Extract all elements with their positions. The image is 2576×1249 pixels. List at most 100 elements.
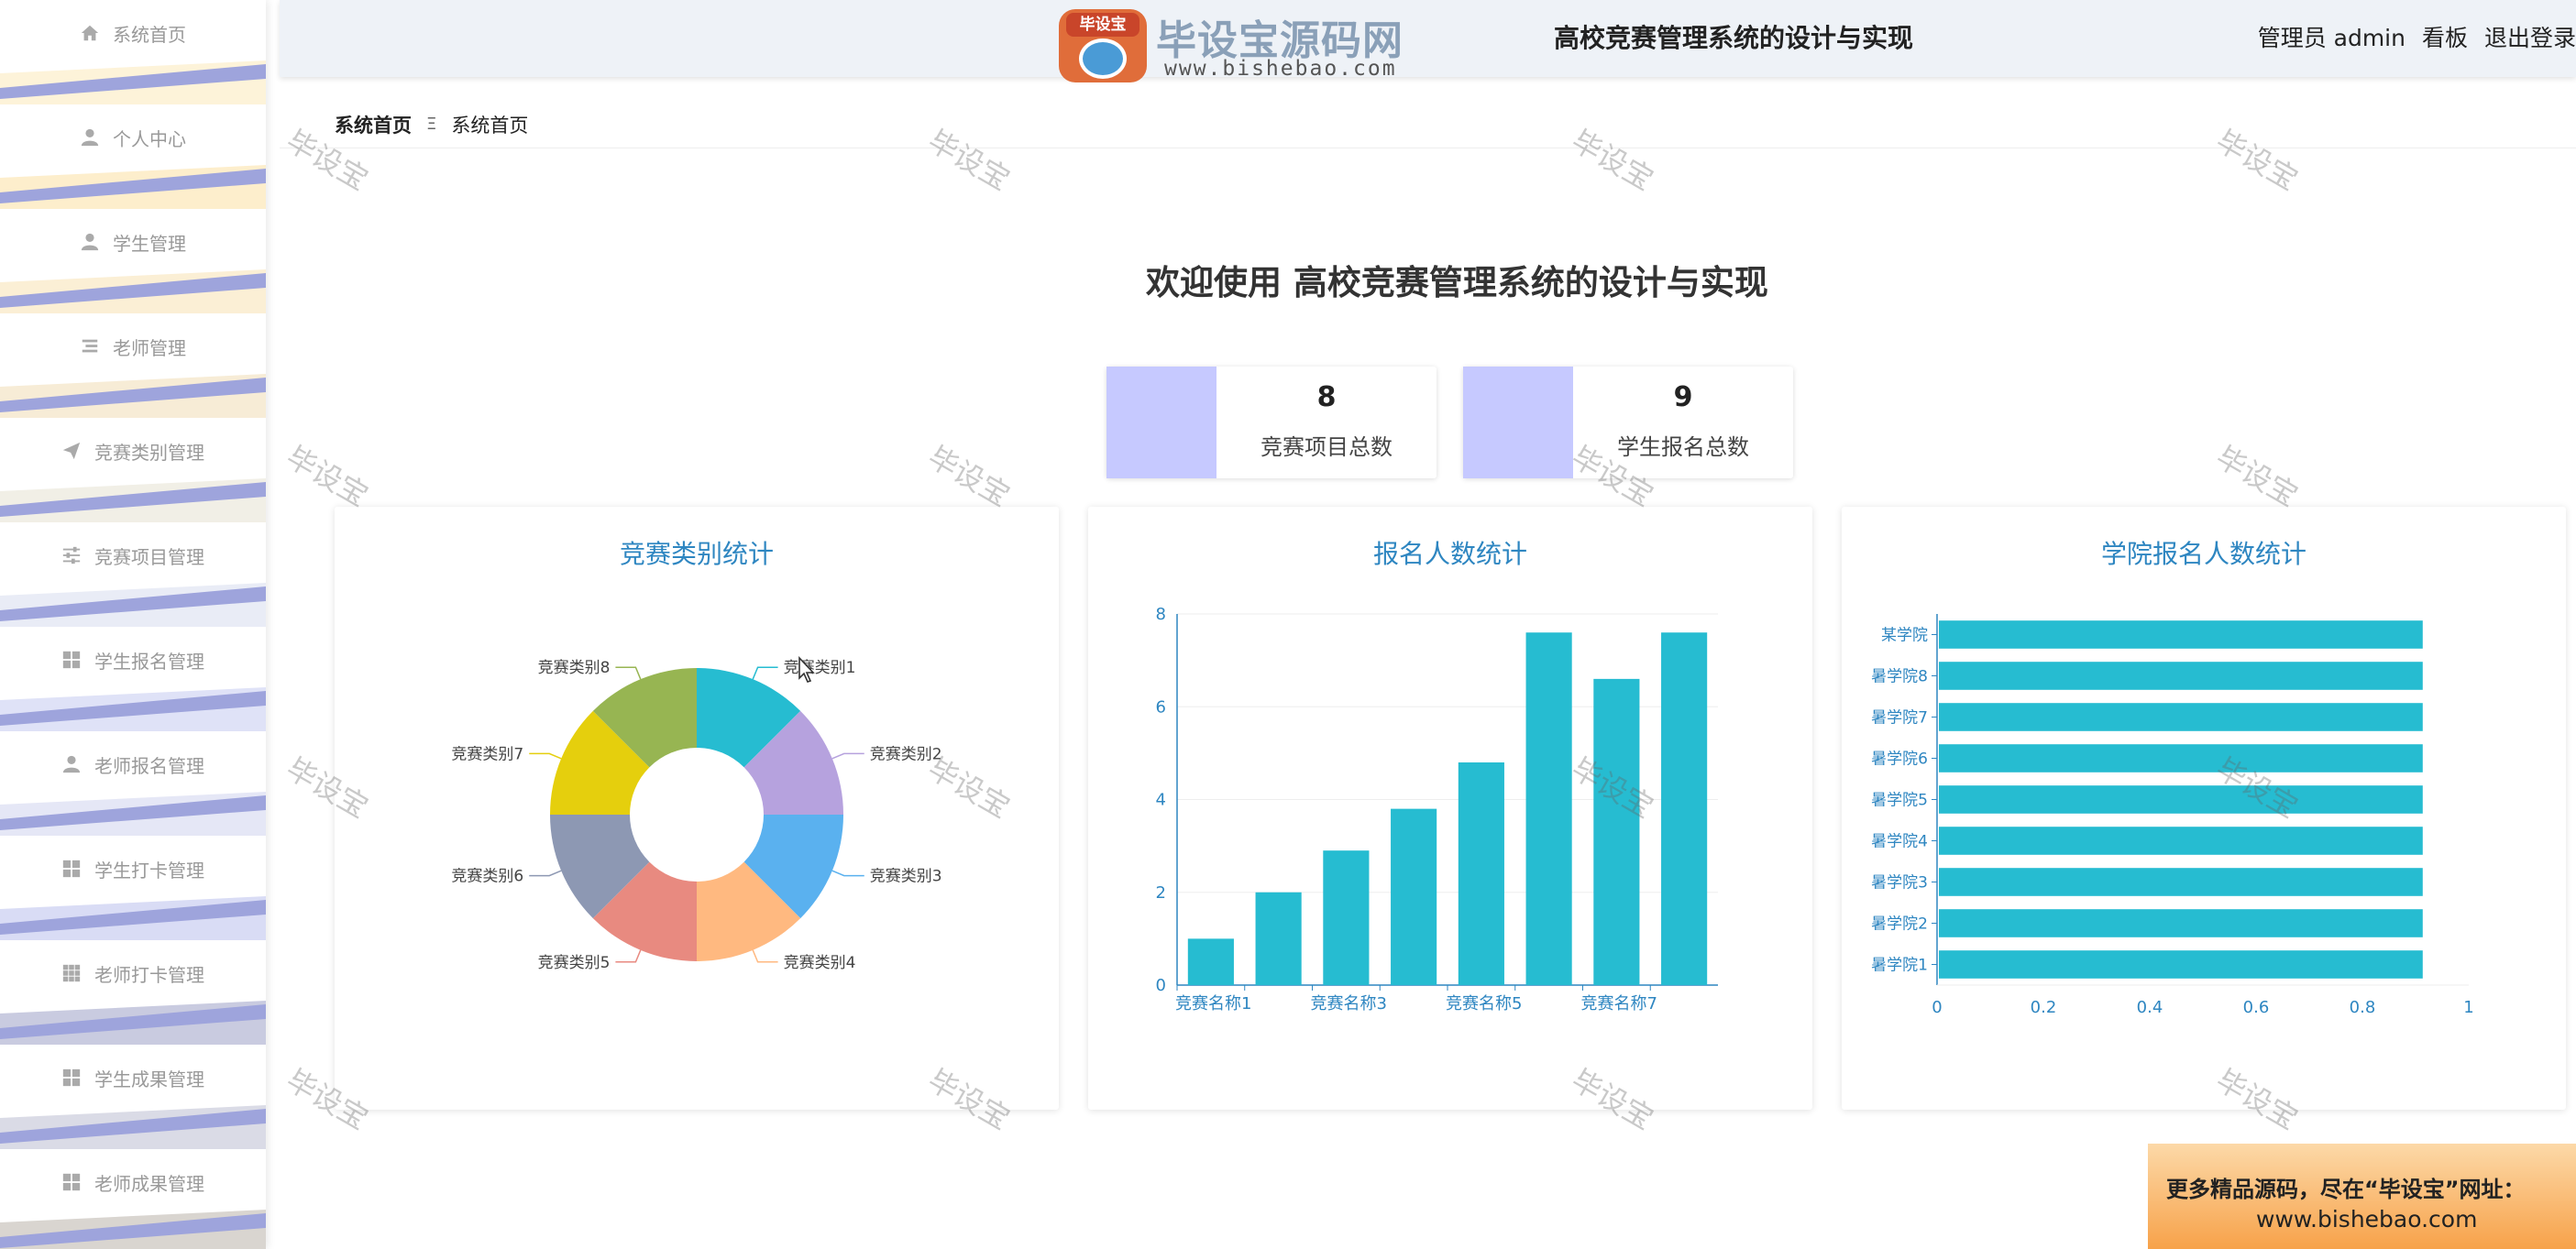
horizontal-bar[interactable]: [1939, 620, 2423, 649]
stat-value: 9: [1673, 381, 1693, 413]
user-label: 管理员 admin: [2257, 25, 2405, 51]
y-tick-label: 暑学院4: [1871, 833, 1928, 851]
promo-line-1: 更多精品源码，尽在“毕设宝”网址：: [2166, 1177, 2526, 1202]
bar[interactable]: [1458, 762, 1504, 985]
breadcrumb-current: 系统首页: [451, 114, 529, 137]
horizontal-bar[interactable]: [1939, 785, 2423, 814]
pie-label: 竞赛类别2: [870, 744, 942, 763]
grid-icon: [62, 651, 81, 669]
sidebar-decoration: [0, 269, 266, 313]
app-title: 高校竞赛管理系统的设计与实现: [1554, 23, 1914, 53]
pie-label-line: [529, 752, 562, 760]
home-icon: [81, 25, 99, 41]
registration-bar-chart: 0 2 4 6 8 竞赛名称1 竞赛名称3 竞赛名称5 竞赛名称7: [1156, 605, 1718, 1013]
horizontal-bar[interactable]: [1939, 662, 2423, 690]
horizontal-bar[interactable]: [1939, 868, 2423, 896]
sidebar-item-label: 系统首页: [113, 23, 186, 46]
top-bar: 高校竞赛管理系统的设计与实现 管理员 admin 看板 退出登录: [280, 0, 2576, 77]
sidebar-decoration: [0, 896, 266, 940]
dashboard-link[interactable]: 看板: [2422, 20, 2468, 53]
stat-value: 8: [1316, 381, 1337, 413]
y-tick-label: 暑学院6: [1871, 750, 1928, 769]
category-pie-panel: 竞赛类别统计 竞赛类别1 竞赛类别2 竞赛类别3 竞赛类别4 竞赛类别5 竞赛类别6 竞赛类…: [335, 507, 1059, 1110]
x-tick-label: 竞赛名称1: [1175, 994, 1251, 1013]
sliders-icon: [62, 546, 81, 564]
list-icon: [82, 339, 98, 353]
sidebar-item-label: 学生管理: [113, 232, 186, 255]
bar[interactable]: [1323, 850, 1370, 985]
pie-label: 竞赛类别3: [870, 867, 942, 886]
sidebar-item-10[interactable]: 老师打卡管理: [0, 940, 266, 1045]
pie-label: 竞赛类别1: [784, 658, 856, 677]
stat-card-projects: 8 竞赛项目总数: [1106, 367, 1437, 478]
bar[interactable]: [1187, 938, 1234, 985]
sidebar-decoration: [0, 478, 266, 522]
bar[interactable]: [1661, 632, 1708, 985]
stat-card-color-block: [1463, 367, 1573, 478]
y-tick-label: 暑学院7: [1871, 709, 1928, 728]
bar[interactable]: [1391, 808, 1437, 985]
welcome-heading: 欢迎使用 高校竞赛管理系统的设计与实现: [1146, 263, 1768, 302]
pie-label-line: [615, 949, 642, 963]
y-tick-label: 暑学院2: [1871, 915, 1928, 934]
sidebar-item-label: 学生打卡管理: [94, 859, 204, 882]
horizontal-bar[interactable]: [1939, 909, 2423, 937]
pie-label: 竞赛类别4: [784, 953, 856, 972]
sidebar-item-1[interactable]: 系统首页: [0, 0, 266, 104]
sidebar-item-label: 个人中心: [113, 127, 186, 150]
grid-icon: [62, 1068, 81, 1087]
y-tick-label: 0: [1156, 976, 1166, 995]
sidebar-item-11[interactable]: 学生成果管理: [0, 1045, 266, 1149]
y-tick-label: 暑学院5: [1871, 792, 1928, 810]
sidebar-item-3[interactable]: 学生管理: [0, 209, 266, 313]
horizontal-bar[interactable]: [1939, 703, 2423, 731]
watermark-text: 毕设宝: [921, 439, 1017, 514]
pie-label: 竞赛类别8: [538, 658, 611, 677]
y-tick-label: 2: [1156, 883, 1166, 903]
logo-badge-text: 毕设宝: [1066, 13, 1139, 37]
sidebar-item-7[interactable]: 学生报名管理: [0, 627, 266, 731]
stat-label: 竞赛项目总数: [1260, 434, 1393, 460]
grid-icon: [62, 860, 81, 878]
x-tick-label: 竞赛名称3: [1311, 994, 1387, 1013]
pie-label-line: [752, 949, 778, 963]
horizontal-bar[interactable]: [1939, 950, 2423, 979]
sidebar-decoration: [0, 60, 266, 104]
y-tick-label: 某学院: [1881, 627, 1928, 645]
sidebar-item-6[interactable]: 竞赛项目管理: [0, 522, 266, 627]
breadcrumb-home[interactable]: 系统首页: [335, 111, 412, 138]
sidebar-decoration: [0, 374, 266, 418]
sidebar: 系统首页个人中心学生管理老师管理竞赛类别管理竞赛项目管理 学生报名管理 老师报名管理…: [0, 0, 266, 1249]
send-icon: [62, 442, 81, 460]
bar[interactable]: [1525, 632, 1572, 985]
sidebar-item-9[interactable]: 学生打卡管理: [0, 836, 266, 940]
sidebar-item-label: 学生成果管理: [94, 1068, 204, 1090]
site-logo: 毕设宝 毕设宝源码网 www.bishebao.com: [1050, 2, 1407, 86]
user-icon: [81, 233, 99, 251]
sidebar-item-8[interactable]: 老师报名管理: [0, 731, 266, 836]
mouse-cursor-icon: [798, 656, 815, 683]
sidebar-item-2[interactable]: 个人中心: [0, 104, 266, 209]
logout-link[interactable]: 退出登录: [2484, 20, 2576, 53]
horizontal-bar[interactable]: [1939, 827, 2423, 855]
horizontal-bar[interactable]: [1939, 744, 2423, 772]
x-tick-label: 1: [2463, 998, 2473, 1017]
sidebar-item-12[interactable]: 老师成果管理: [0, 1149, 266, 1249]
registration-bar-panel: 报名人数统计 0 2 4 6 8 竞赛名称1 竞赛名称3 竞赛名称5 竞赛名称7: [1088, 507, 1812, 1110]
bar[interactable]: [1593, 678, 1640, 985]
sidebar-decoration: [0, 1001, 266, 1045]
top-bar-actions: 管理员 admin 看板 退出登录: [2258, 20, 2576, 53]
y-tick-label: 8: [1156, 605, 1166, 624]
sidebar-item-5[interactable]: 竞赛类别管理: [0, 418, 266, 522]
logo-url: www.bishebao.com: [1164, 57, 1397, 81]
y-tick-label: 4: [1156, 791, 1166, 810]
sidebar-item-4[interactable]: 老师管理: [0, 313, 266, 418]
sidebar-item-label: 老师成果管理: [94, 1172, 204, 1195]
sidebar-decoration: [0, 165, 266, 209]
pie-label: 竞赛类别5: [538, 953, 611, 972]
x-tick-label: 0.2: [2031, 998, 2057, 1017]
sidebar-decoration: [0, 792, 266, 836]
bar[interactable]: [1255, 892, 1302, 985]
sidebar-item-label: 竞赛类别管理: [94, 441, 204, 464]
x-tick-label: 竞赛名称5: [1446, 994, 1522, 1013]
